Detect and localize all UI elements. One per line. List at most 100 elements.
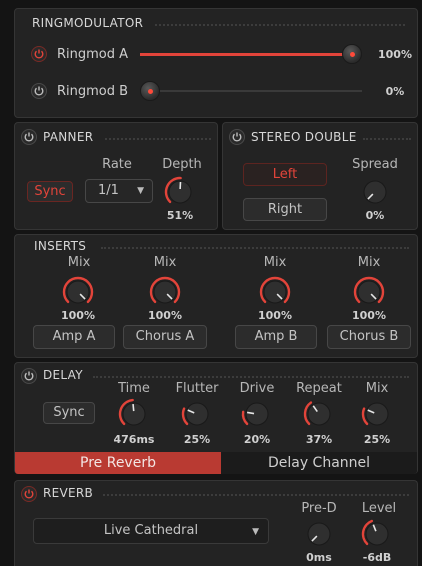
insert-2-mix-label: Mix	[153, 255, 177, 270]
ringmod-b-value: 0%	[385, 85, 405, 98]
rate-dropdown[interactable]: 1/1 ▼	[85, 179, 153, 203]
panner-title: PANNER	[43, 130, 94, 144]
slider-fill	[140, 53, 352, 56]
ringmod-a-value: 100%	[378, 48, 412, 61]
insert-1-mix-value: 100%	[61, 309, 95, 322]
delay-time-label: Time	[118, 381, 150, 396]
power-icon	[34, 49, 44, 59]
delay-repeat-value: 37%	[305, 433, 333, 446]
pre-d-knob[interactable]	[302, 517, 336, 551]
insert-2-mix-value: 100%	[148, 309, 182, 322]
insert-3-slot-button[interactable]: Amp B	[235, 325, 317, 349]
rate-value: 1/1	[98, 183, 119, 198]
delay-flutter-value: 25%	[183, 433, 211, 446]
power-icon	[24, 132, 34, 142]
routing-tab-pre-reverb[interactable]: Pre Reverb	[15, 452, 221, 474]
header-divider	[101, 247, 409, 249]
power-icon	[24, 489, 34, 499]
inserts-panel: INSERTS Mix 100% Amp A Mix 100% Chorus A…	[14, 234, 418, 358]
delay-flutter-knob[interactable]	[180, 397, 214, 431]
pre-d-value: 0ms	[306, 551, 332, 564]
delay-repeat-label: Repeat	[296, 381, 342, 396]
delay-time-knob[interactable]	[117, 397, 151, 431]
header-divider	[93, 376, 409, 378]
stereo-double-power-button[interactable]	[229, 129, 245, 145]
ringmod-b-label: Ringmod B	[57, 84, 129, 99]
right-button[interactable]: Right	[243, 198, 327, 221]
ringmod-a-label: Ringmod A	[57, 47, 129, 62]
reverb-preset-dropdown[interactable]: Live Cathedral ▼	[33, 518, 269, 544]
depth-knob[interactable]	[163, 175, 197, 209]
delay-drive-knob[interactable]	[240, 397, 274, 431]
routing-tab-label: Pre Reverb	[80, 455, 156, 471]
delay-mix-knob[interactable]	[360, 397, 394, 431]
depth-value: 51%	[166, 209, 194, 222]
panner-power-button[interactable]	[21, 129, 37, 145]
power-icon	[232, 132, 242, 142]
level-label: Level	[361, 501, 397, 516]
delay-mix-label: Mix	[365, 381, 389, 396]
header-divider	[363, 138, 411, 140]
delay-drive-label: Drive	[239, 381, 275, 396]
ringmod-b-slider[interactable]	[140, 80, 370, 102]
stereo-double-panel: STEREO DOUBLE Left Right Spread 0%	[222, 122, 418, 230]
knob-pointer	[132, 403, 135, 412]
delay-drive-value: 20%	[243, 433, 271, 446]
ringmod-a-slider[interactable]	[140, 43, 370, 65]
ringmod-b-power-button[interactable]	[31, 83, 47, 99]
delay-time-value: 476ms	[113, 433, 155, 446]
insert-1-mix-label: Mix	[67, 255, 91, 270]
reverb-power-button[interactable]	[21, 486, 37, 502]
insert-1-slot-button[interactable]: Amp A	[33, 325, 115, 349]
insert-2-slot-button[interactable]: Chorus A	[123, 325, 207, 349]
chevron-down-icon: ▼	[252, 527, 259, 537]
chevron-down-icon: ▼	[137, 186, 144, 196]
slider-thumb[interactable]	[140, 81, 160, 101]
power-icon	[24, 371, 34, 381]
knob-pointer	[246, 411, 255, 415]
power-icon	[34, 86, 44, 96]
left-button[interactable]: Left	[243, 163, 327, 186]
delay-flutter-label: Flutter	[175, 381, 219, 396]
delay-panel: DELAY Sync Time 476ms Flutter 25% Drive …	[14, 362, 418, 474]
insert-4-mix-label: Mix	[357, 255, 381, 270]
delay-mix-value: 25%	[363, 433, 391, 446]
stereo-double-title: STEREO DOUBLE	[251, 130, 357, 144]
spread-knob[interactable]	[358, 175, 392, 209]
reverb-panel: REVERB Live Cathedral ▼ Pre-D 0ms Level …	[14, 480, 418, 566]
insert-3-mix-label: Mix	[263, 255, 287, 270]
insert-4-mix-knob[interactable]	[352, 275, 386, 309]
spread-label: Spread	[352, 157, 398, 172]
ringmod-a-power-button[interactable]	[31, 46, 47, 62]
routing-tab-delay-channel[interactable]: Delay Channel	[221, 452, 417, 474]
panner-sync-button[interactable]: Sync	[27, 181, 73, 202]
header-divider	[155, 24, 405, 26]
level-value: -6dB	[362, 551, 392, 564]
insert-4-mix-value: 100%	[352, 309, 386, 322]
slider-thumb[interactable]	[342, 44, 362, 64]
insert-3-mix-knob[interactable]	[258, 275, 292, 309]
delay-sync-button[interactable]: Sync	[43, 402, 95, 424]
reverb-title: REVERB	[43, 486, 94, 500]
header-divider	[105, 138, 211, 140]
routing-tab-label: Delay Channel	[267, 455, 371, 471]
pre-d-label: Pre-D	[301, 501, 337, 516]
level-knob[interactable]	[360, 517, 394, 551]
rate-label: Rate	[102, 157, 132, 172]
depth-label: Depth	[162, 157, 202, 172]
delay-power-button[interactable]	[21, 368, 37, 384]
delay-title: DELAY	[43, 368, 83, 382]
delay-repeat-knob[interactable]	[302, 397, 336, 431]
inserts-title: INSERTS	[34, 239, 87, 253]
ringmod-panel: RINGMODULATOR Ringmod A 100% Ringmod B 0…	[14, 8, 418, 118]
spread-value: 0%	[365, 209, 385, 222]
insert-1-mix-knob[interactable]	[61, 275, 95, 309]
slider-track	[140, 90, 362, 92]
insert-4-slot-button[interactable]: Chorus B	[327, 325, 411, 349]
insert-2-mix-knob[interactable]	[148, 275, 182, 309]
ringmod-title: RINGMODULATOR	[32, 16, 144, 30]
panner-panel: PANNER Rate Depth Sync 1/1 ▼ 51%	[14, 122, 218, 230]
insert-3-mix-value: 100%	[258, 309, 292, 322]
reverb-preset-value: Live Cathedral	[103, 523, 199, 538]
header-divider	[103, 494, 409, 496]
